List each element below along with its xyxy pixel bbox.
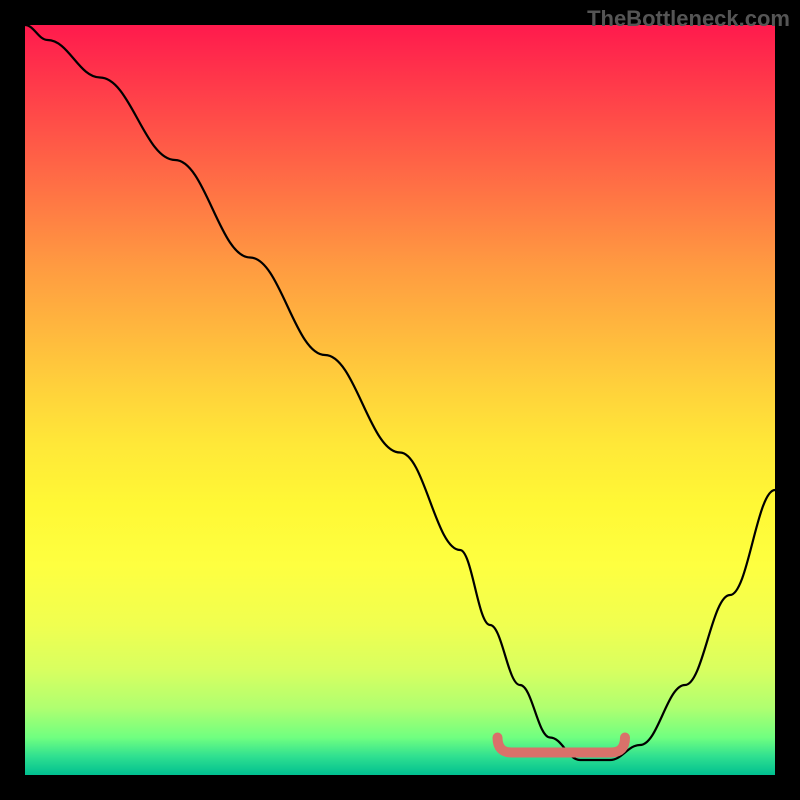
chart-svg [25, 25, 775, 775]
bottleneck-curve-line [25, 25, 775, 760]
watermark-text: TheBottleneck.com [587, 6, 790, 32]
chart-container: TheBottleneck.com [0, 0, 800, 800]
